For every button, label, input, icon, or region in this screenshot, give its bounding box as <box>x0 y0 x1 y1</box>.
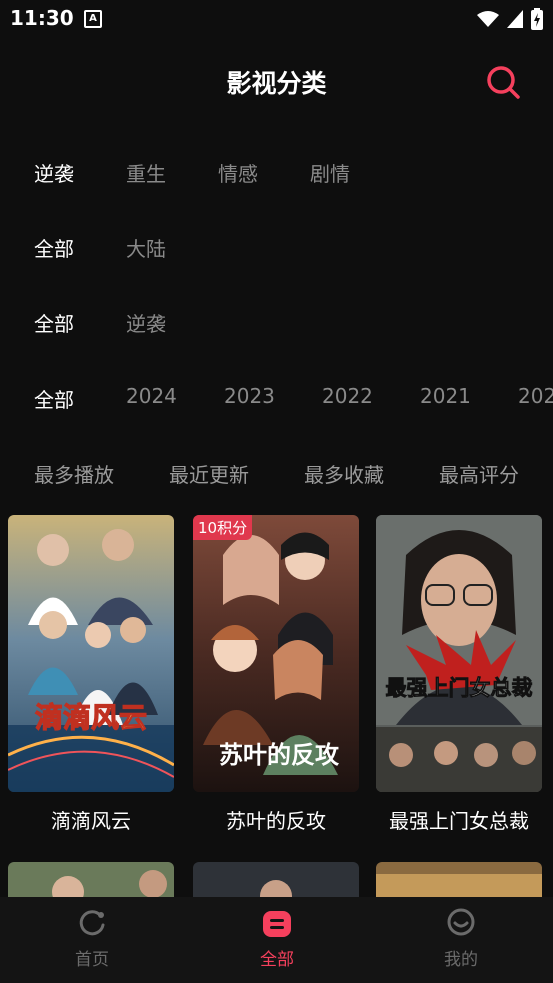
drama-card-partial[interactable] <box>8 862 174 898</box>
filter-row-tag: 全部 逆袭 <box>0 302 553 342</box>
notification-icon: A <box>84 10 102 28</box>
tab-label: 我的 <box>444 950 478 970</box>
filter-chip[interactable]: 202 <box>518 384 553 408</box>
poster-image: 最强上门女总裁 <box>376 515 542 792</box>
all-category-icon <box>263 911 291 937</box>
wifi-icon <box>477 11 499 27</box>
poster-title-art: 苏叶的反攻 <box>219 740 340 769</box>
header: 影视分类 <box>0 52 553 112</box>
search-icon <box>487 66 520 99</box>
poster-title-art: 最强上门女总裁 <box>386 676 533 700</box>
signal-icon <box>507 10 523 28</box>
poster-title-art: 滴滴风云 <box>35 701 147 734</box>
filter-chip[interactable]: 大陆 <box>126 233 166 262</box>
filter-chip[interactable]: 全部 <box>34 384 74 413</box>
filter-row-genre: 逆袭 重生 情感 剧情 <box>0 152 553 192</box>
profile-icon <box>447 908 475 936</box>
search-button[interactable] <box>483 62 523 102</box>
tab-home[interactable]: 首页 <box>32 907 152 970</box>
filter-row-region: 全部 大陆 <box>0 227 553 267</box>
filter-chip[interactable]: 2021 <box>420 384 471 408</box>
filter-chip[interactable]: 逆袭 <box>34 158 74 187</box>
page-title: 影视分类 <box>226 69 327 98</box>
status-time: 11:30 <box>10 6 74 30</box>
card-title: 最强上门女总裁 <box>389 809 529 833</box>
filter-chip[interactable]: 2022 <box>322 384 373 408</box>
battery-icon <box>531 8 543 30</box>
card-title: 滴滴风云 <box>51 809 131 833</box>
bottom-tab-bar: 首页 全部 我的 <box>0 897 553 983</box>
filter-chip[interactable]: 全部 <box>34 308 74 337</box>
sort-row: 最多播放 最近更新 最多收藏 最高评分 <box>0 453 553 493</box>
sort-option[interactable]: 最高评分 <box>439 459 519 488</box>
filter-chip[interactable]: 2023 <box>224 384 275 408</box>
home-icon <box>79 910 105 936</box>
sort-option[interactable]: 最多播放 <box>34 459 114 488</box>
filter-chip[interactable]: 全部 <box>34 233 74 262</box>
tab-label: 首页 <box>75 950 109 970</box>
filter-chip[interactable]: 情感 <box>218 158 258 187</box>
filter-chip[interactable]: 重生 <box>126 158 166 187</box>
filter-row-year: 全部 2024 2023 2022 2021 202 <box>0 378 553 418</box>
card-title: 苏叶的反攻 <box>226 809 326 833</box>
poster-image: 滴滴风云 <box>8 515 174 792</box>
poster-image: 苏叶的反攻 10积分 <box>193 515 359 792</box>
status-bar: 11:30 A <box>0 0 553 38</box>
tab-label: 全部 <box>260 950 294 970</box>
drama-card-partial[interactable] <box>193 862 359 898</box>
filter-chip[interactable]: 剧情 <box>310 158 350 187</box>
system-icons <box>477 8 543 30</box>
sort-option[interactable]: 最近更新 <box>169 459 249 488</box>
tab-all[interactable]: 全部 <box>217 907 337 970</box>
tab-mine[interactable]: 我的 <box>401 907 521 970</box>
points-badge: 10积分 <box>193 515 253 540</box>
drama-card-partial[interactable] <box>376 862 542 898</box>
filter-chip[interactable]: 2024 <box>126 384 177 408</box>
filter-chip[interactable]: 逆袭 <box>126 308 166 337</box>
sort-option[interactable]: 最多收藏 <box>304 459 384 488</box>
